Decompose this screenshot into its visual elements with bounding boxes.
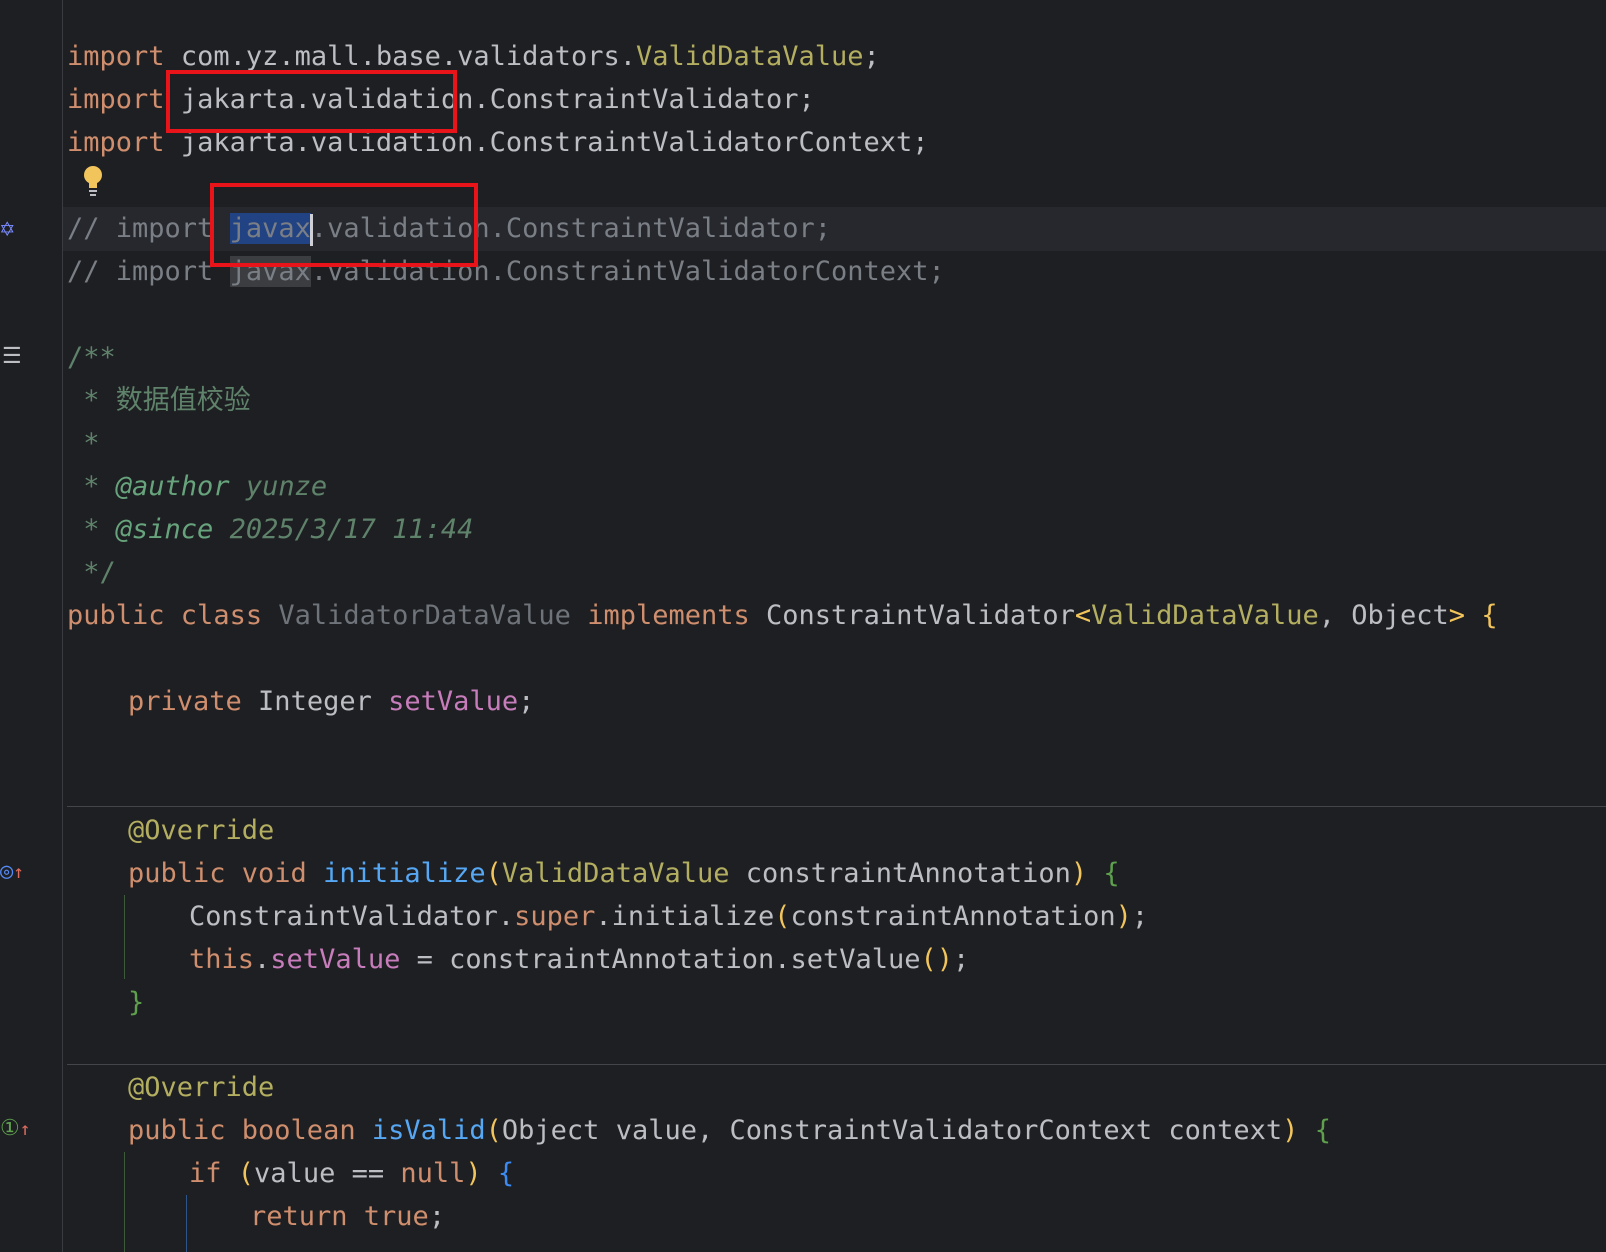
rendered-doc-icon[interactable]: ☰ [2, 345, 22, 369]
doc-star: * [67, 428, 100, 459]
keyword: import [67, 41, 165, 72]
keyword: public boolean [128, 1115, 372, 1146]
indent-guide [124, 895, 125, 979]
brace: { [1298, 1115, 1331, 1146]
semicolon: ; [428, 1201, 446, 1232]
initialize-signature: public void initialize(ValidDataValue co… [128, 852, 1120, 896]
keyword: return true [250, 1201, 429, 1232]
initialize-body-2: this.setValue = constraintAnnotation.set… [189, 938, 969, 982]
condition: value == [254, 1158, 401, 1189]
dot: . [473, 84, 490, 115]
editor-gutter[interactable]: ✡ ☰ ◎↑ ①↑ [0, 0, 63, 1252]
class-ref: ValidDataValue [635, 41, 864, 72]
type-ref: Integer [241, 686, 389, 717]
semicolon: ; [953, 944, 970, 975]
code-text: ConstraintValidator. [189, 901, 515, 932]
bracket: > [1448, 600, 1466, 631]
keyword: public [67, 600, 165, 631]
keyword: super [514, 901, 596, 932]
doc-value: yunze [229, 471, 328, 502]
paren: ( [485, 1115, 502, 1146]
paren: ( [774, 901, 791, 932]
bracket: < [1074, 600, 1092, 631]
annotation-box-jakarta [166, 70, 457, 133]
lightbulb-icon[interactable] [82, 164, 104, 198]
class-declaration: public class ValidatorDataValue implemen… [67, 594, 1498, 638]
indent-guide [124, 1152, 125, 1252]
brace: { [1087, 858, 1120, 889]
paren: () [920, 944, 954, 975]
doc-description: * 数据值校验 [67, 385, 251, 416]
brace: { [1465, 600, 1498, 631]
field-name: setValue [270, 944, 401, 975]
keyword: import [67, 84, 165, 115]
package-path: com.yz.mall.base.validators. [180, 41, 636, 72]
comment: // import [67, 213, 230, 244]
paren: ( [485, 858, 502, 889]
method-name: isValid [371, 1115, 486, 1146]
method-separator [67, 806, 1606, 807]
doc-since: * @since 2025/3/17 11:44 [67, 508, 473, 552]
doc-value: 2025/3/17 11:44 [213, 514, 474, 545]
code-text: = constraintAnnotation.setValue [400, 944, 921, 975]
implements-method-icon[interactable]: ①↑ [0, 1117, 31, 1142]
method-separator [67, 1064, 1606, 1065]
field-declaration: private Integer setValue; [128, 680, 534, 724]
semicolon: ; [863, 41, 880, 72]
doc-open: /** [67, 342, 116, 373]
doc-author: * @author yunze [67, 465, 327, 509]
doc-star: * [67, 514, 116, 545]
method-name: initialize [323, 858, 486, 889]
code-text: .initialize [595, 901, 775, 932]
field-name: setValue [388, 686, 519, 717]
keyword: public void [128, 858, 324, 889]
param-type: ValidDataValue [501, 858, 730, 889]
isvalid-signature: public boolean isValid(Object value, Con… [128, 1109, 1331, 1153]
if-statement: if (value == null) { [189, 1152, 514, 1196]
doc-tag: @author [115, 471, 230, 502]
override-annotation: @Override [128, 815, 275, 846]
doc-tag: @since [115, 514, 214, 545]
ai-assistant-icon[interactable]: ✡ [0, 216, 14, 240]
semicolon: ; [518, 686, 535, 717]
keyword: private [128, 686, 242, 717]
brace: { [481, 1158, 515, 1189]
paren: ( [237, 1158, 255, 1189]
keyword: class [164, 600, 279, 631]
dot: . [254, 944, 271, 975]
class-name: ValidatorDataValue [278, 600, 571, 631]
type-arg: ValidDataValue [1091, 600, 1319, 631]
keyword: import [67, 127, 165, 158]
keyword: null [400, 1158, 466, 1189]
paren: ) [1282, 1115, 1299, 1146]
keyword: this [189, 944, 255, 975]
paren: ) [465, 1158, 482, 1189]
annotation-box-javax [210, 183, 478, 267]
keyword: implements [570, 600, 767, 631]
return-statement: return true; [250, 1195, 445, 1239]
paren: ) [1115, 901, 1132, 932]
override-annotation: @Override [128, 1072, 275, 1103]
params: Object value, ConstraintValidatorContext… [501, 1115, 1283, 1146]
comment: // import [67, 256, 230, 287]
code-text: constraintAnnotation [790, 901, 1116, 932]
indent-guide [186, 1195, 187, 1252]
implements-method-icon[interactable]: ◎↑ [0, 860, 24, 885]
comma: , [1318, 600, 1352, 631]
code-line-6: // import javax.validation.ConstraintVal… [67, 250, 945, 294]
doc-star: * [67, 471, 116, 502]
initialize-body-1: ConstraintValidator.super.initialize(con… [189, 895, 1148, 939]
keyword: if [189, 1158, 222, 1189]
type-arg: Object [1351, 600, 1449, 631]
interface-ref: ConstraintValidator [766, 600, 1075, 631]
semicolon: ; [1131, 901, 1149, 932]
paren: ) [1070, 858, 1088, 889]
class-ref: ConstraintValidator; [489, 84, 815, 115]
initialize-close-brace: } [128, 987, 145, 1018]
param-name: constraintAnnotation [729, 858, 1071, 889]
doc-close: */ [67, 557, 116, 588]
